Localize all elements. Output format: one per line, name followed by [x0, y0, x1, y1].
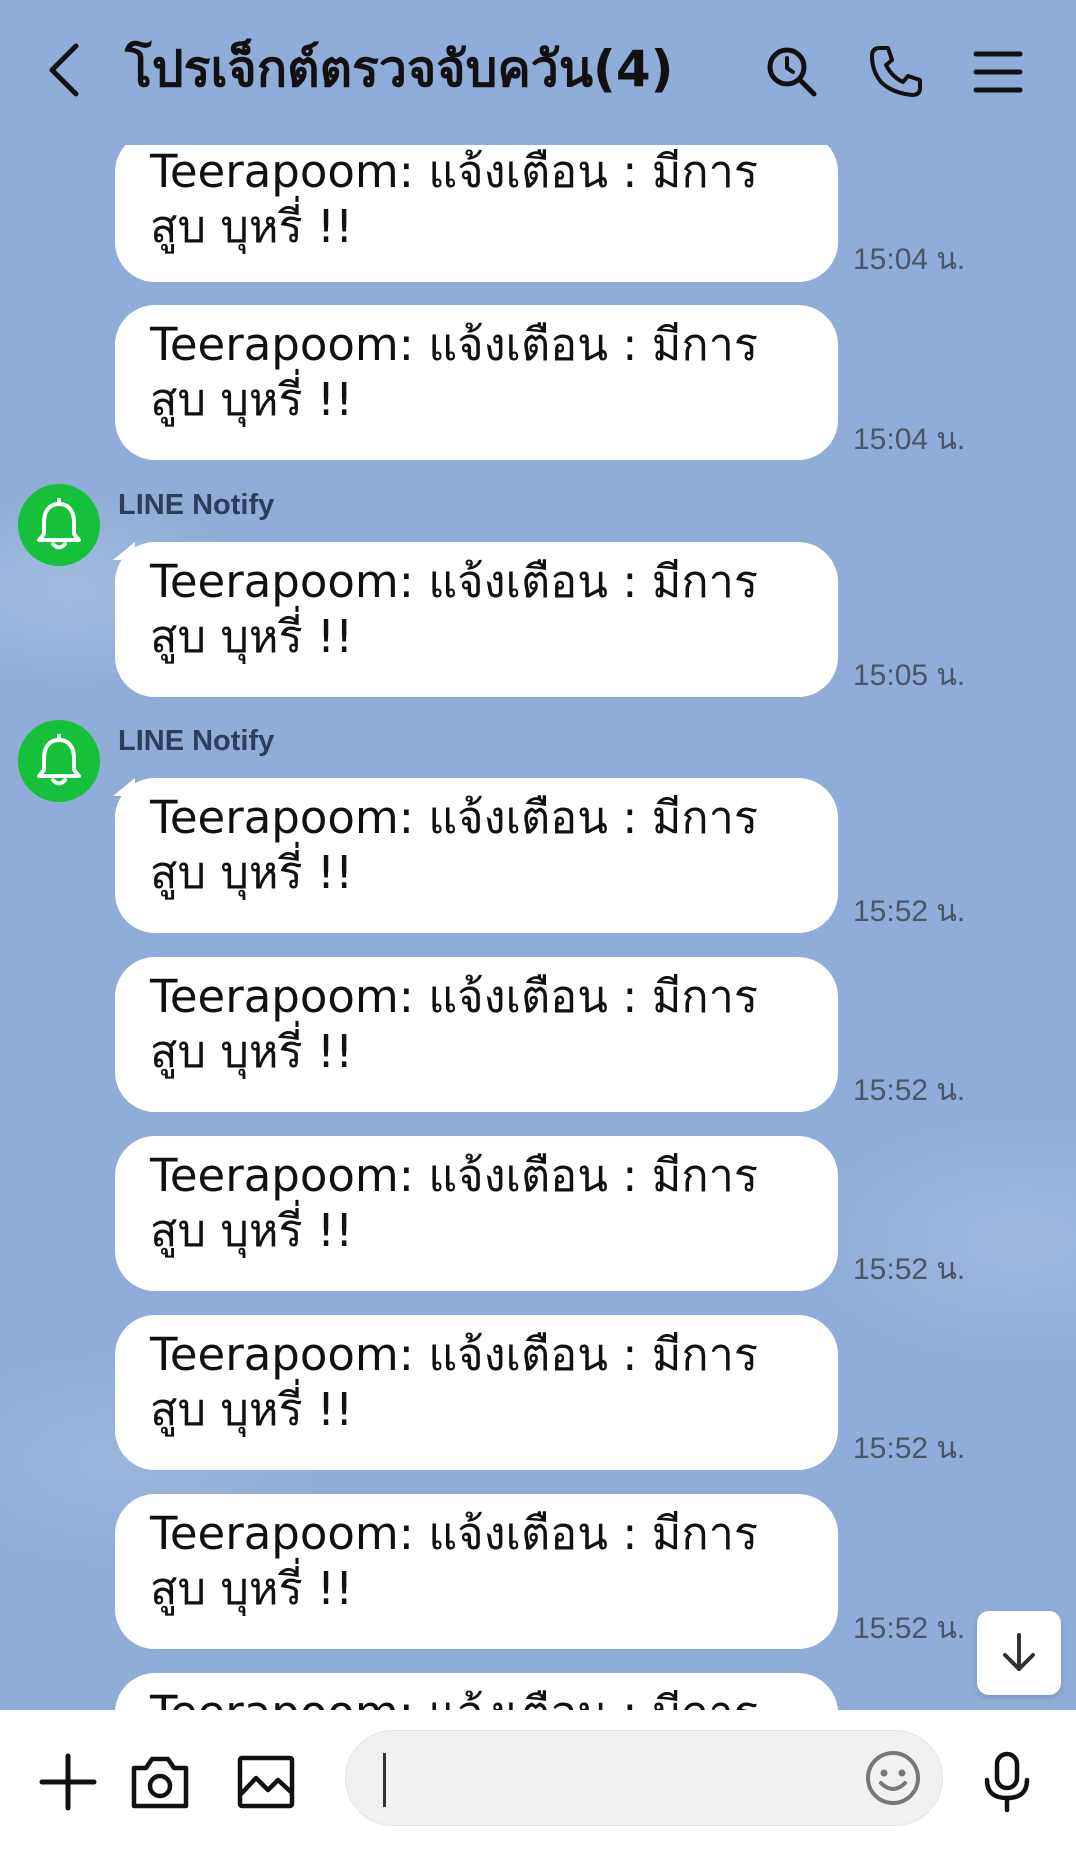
- message-text: Teerapoom: แจ้งเตือน : มีการสูบ บุหรี่ !…: [150, 145, 759, 253]
- message-bubble[interactable]: Teerapoom: แจ้งเตือน : มีการสูบ บุหรี่ !…: [115, 132, 838, 282]
- chat-title: โปรเจ็กต์ตรวจจับควัน(4): [125, 40, 674, 98]
- message-bubble[interactable]: Teerapoom: แจ้งเตือน : มีการสูบ บุหรี่ !…: [115, 778, 838, 933]
- message-text: Teerapoom: แจ้งเตือน : มีการสูบ: [150, 1685, 808, 1710]
- back-icon: [49, 43, 79, 97]
- line-notify-avatar[interactable]: [18, 484, 100, 566]
- phone-icon: [870, 46, 922, 97]
- message-bubble[interactable]: Teerapoom: แจ้งเตือน : มีการสูบ บุหรี่ !…: [115, 1494, 838, 1649]
- scroll-to-bottom-button[interactable]: [977, 1611, 1061, 1695]
- message-text: Teerapoom: แจ้งเตือน : มีการสูบ บุหรี่ !…: [150, 791, 759, 899]
- voice-button[interactable]: [975, 1750, 1039, 1814]
- search-button[interactable]: [762, 42, 822, 102]
- message-text: Teerapoom: แจ้งเตือน : มีการสูบ บุหรี่ !…: [150, 1328, 759, 1436]
- message-input[interactable]: [345, 1730, 943, 1826]
- chat-header: โปรเจ็กต์ตรวจจับควัน(4): [0, 0, 1076, 145]
- message-bubble[interactable]: Teerapoom: แจ้งเตือน : มีการสูบ บุหรี่ !…: [115, 1315, 838, 1470]
- message-time: 15:52 น.: [853, 1074, 966, 1107]
- back-button[interactable]: [40, 40, 90, 100]
- message-time: 15:52 น.: [853, 895, 966, 928]
- menu-button[interactable]: [968, 42, 1028, 102]
- camera-button[interactable]: [128, 1750, 192, 1814]
- message-composer: [0, 1710, 1076, 1849]
- message-time: 15:52 น.: [853, 1253, 966, 1286]
- message-list[interactable]: Teerapoom: แจ้งเตือน : มีการสูบ บุหรี่ !…: [0, 0, 1076, 1710]
- message-text: Teerapoom: แจ้งเตือน : มีการสูบ บุหรี่ !…: [150, 1507, 759, 1615]
- message-time: 15:04 น.: [853, 423, 966, 456]
- message-text: Teerapoom: แจ้งเตือน : มีการสูบ บุหรี่ !…: [150, 1149, 759, 1257]
- arrow-down-icon: [1003, 1633, 1035, 1671]
- message-bubble[interactable]: Teerapoom: แจ้งเตือน : มีการสูบ: [115, 1673, 838, 1710]
- text-caret: [383, 1753, 386, 1807]
- message-time: 15:05 น.: [853, 659, 966, 692]
- message-text: Teerapoom: แจ้งเตือน : มีการสูบ บุหรี่ !…: [150, 318, 759, 426]
- image-icon: [237, 1755, 295, 1809]
- sender-name: LINE Notify: [118, 725, 275, 757]
- emoji-button[interactable]: [864, 1749, 922, 1807]
- gallery-button[interactable]: [234, 1750, 298, 1814]
- emoji-icon: [866, 1751, 920, 1805]
- bell-icon: [37, 498, 81, 550]
- message-bubble[interactable]: Teerapoom: แจ้งเตือน : มีการสูบ บุหรี่ !…: [115, 957, 838, 1112]
- call-button[interactable]: [866, 42, 926, 102]
- plus-icon: [39, 1753, 97, 1811]
- message-time: 15:52 น.: [853, 1432, 966, 1465]
- add-button[interactable]: [36, 1750, 100, 1814]
- search-icon: [767, 47, 817, 97]
- sender-name: LINE Notify: [118, 489, 275, 521]
- menu-icon: [973, 51, 1023, 93]
- message-bubble[interactable]: Teerapoom: แจ้งเตือน : มีการสูบ บุหรี่ !…: [115, 305, 838, 460]
- message-time: 15:04 น.: [853, 243, 966, 276]
- message-text: Teerapoom: แจ้งเตือน : มีการสูบ บุหรี่ !…: [150, 970, 759, 1078]
- microphone-icon: [984, 1751, 1030, 1813]
- message-time: 15:52 น.: [853, 1612, 966, 1645]
- camera-icon: [131, 1756, 189, 1809]
- message-bubble[interactable]: Teerapoom: แจ้งเตือน : มีการสูบ บุหรี่ !…: [115, 1136, 838, 1291]
- message-text: Teerapoom: แจ้งเตือน : มีการสูบ บุหรี่ !…: [150, 555, 759, 663]
- line-notify-avatar[interactable]: [18, 720, 100, 802]
- bell-icon: [37, 734, 81, 786]
- message-bubble[interactable]: Teerapoom: แจ้งเตือน : มีการสูบ บุหรี่ !…: [115, 542, 838, 697]
